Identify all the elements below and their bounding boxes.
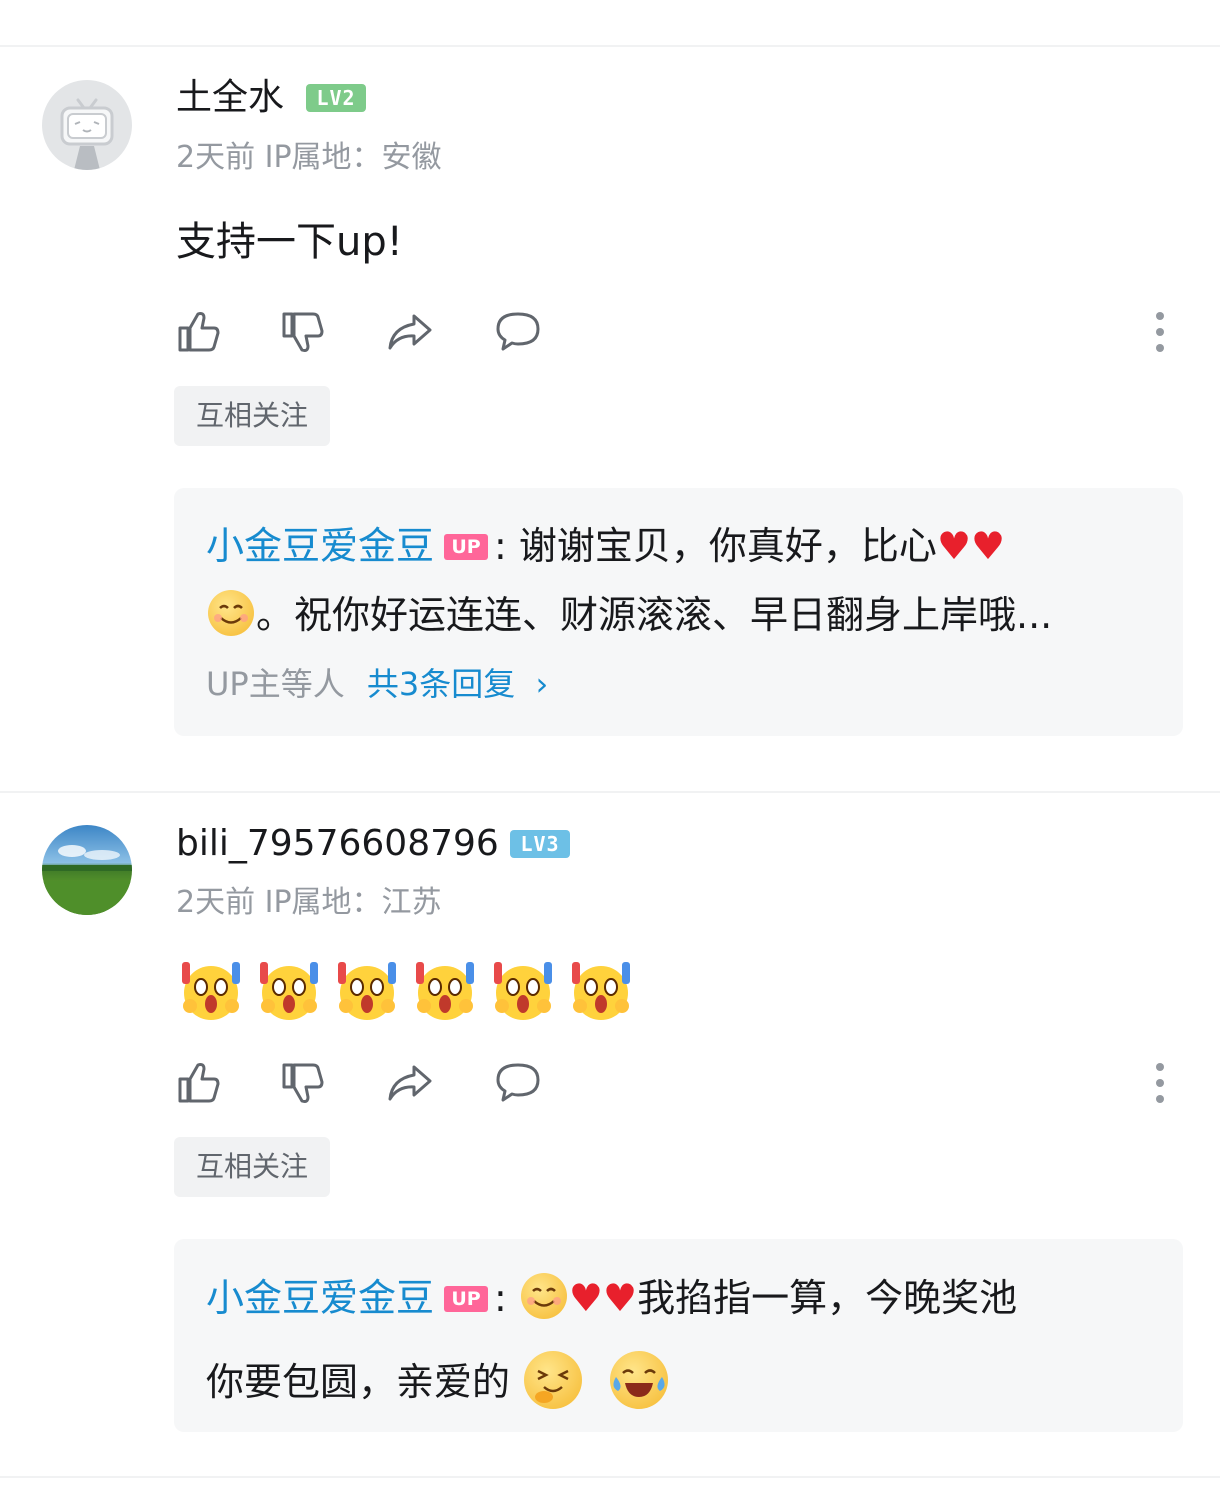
shocked-emoji-icon: [416, 962, 474, 1020]
comment-actions: [176, 1059, 1176, 1107]
username[interactable]: 土全水: [176, 76, 284, 120]
reply-line-2: 你要包圆，亲爱的: [206, 1351, 670, 1409]
username[interactable]: bili_79576608796: [176, 822, 499, 866]
chevron-right-icon[interactable]: ›: [535, 665, 548, 703]
level-badge: LV2: [306, 84, 366, 112]
shocked-emoji-icon: [338, 962, 396, 1020]
landscape-avatar-image: [42, 845, 132, 915]
shocked-emoji-icon: [182, 962, 240, 1020]
comment-content: [178, 960, 648, 1022]
reply-text: 你要包圆，亲爱的: [206, 1360, 511, 1404]
like-icon[interactable]: [176, 308, 224, 356]
reply-footer: UP主等人 共3条回复 ›: [206, 664, 548, 704]
giggle-emoji-icon: [524, 1351, 583, 1409]
reply-icon[interactable]: [494, 1059, 542, 1107]
more-icon[interactable]: [1150, 308, 1170, 356]
avatar[interactable]: [42, 825, 132, 915]
shocked-emoji-icon: [260, 962, 318, 1020]
shocked-emoji-icon: [494, 962, 552, 1020]
reply-footer-prefix: UP主等人: [206, 665, 345, 703]
smile-emoji-icon: [520, 1273, 567, 1319]
dislike-icon[interactable]: [280, 308, 328, 356]
reply-icon[interactable]: [494, 308, 542, 356]
comment-actions: [176, 308, 1176, 356]
reply-colon: :: [494, 524, 507, 568]
avatar[interactable]: [42, 80, 132, 170]
like-icon[interactable]: [176, 1059, 224, 1107]
comment-meta: 2天前 IP属地：安徽: [176, 140, 442, 175]
share-icon[interactable]: [386, 308, 434, 356]
reply-colon: :: [494, 1276, 507, 1320]
heart-emoji-icon: ♥: [603, 1276, 638, 1320]
reply-text: 谢谢宝贝，你真好，比心: [518, 524, 937, 568]
reply-line-1: 小金豆爱金豆 UP: 谢谢宝贝，你真好，比心♥♥: [206, 522, 1005, 570]
top-divider: [0, 45, 1220, 47]
dislike-icon[interactable]: [280, 1059, 328, 1107]
up-badge: UP: [444, 534, 489, 560]
comment-divider: [0, 791, 1220, 793]
laugh-crying-emoji-icon: [610, 1351, 669, 1409]
reply-author[interactable]: 小金豆爱金豆: [206, 524, 434, 568]
reply-preview[interactable]: 小金豆爱金豆 UP: ♥♥我掐指一算，今晚奖池 你要包圆，亲爱的: [174, 1239, 1183, 1432]
heart-emoji-icon: ♥: [971, 524, 1006, 568]
heart-emoji-icon: ♥: [568, 1276, 603, 1320]
view-replies-link[interactable]: 共3条回复: [367, 665, 515, 703]
share-icon[interactable]: [386, 1059, 434, 1107]
smile-emoji-icon: [208, 590, 254, 636]
reply-preview[interactable]: 小金豆爱金豆 UP: 谢谢宝贝，你真好，比心♥♥ 。祝你好运连连、财源滚滚、早日翻…: [174, 488, 1183, 736]
level-badge: LV3: [510, 830, 570, 858]
comment-content: 支持一下up!: [176, 219, 403, 265]
comment-meta: 2天前 IP属地：江苏: [176, 885, 442, 920]
up-badge: UP: [444, 1286, 489, 1312]
mutual-follow-tag: 互相关注: [174, 1137, 330, 1197]
shocked-emoji-icon: [572, 962, 630, 1020]
mutual-follow-tag: 互相关注: [174, 386, 330, 446]
reply-line-1: 小金豆爱金豆 UP: ♥♥我掐指一算，今晚奖池: [206, 1273, 1017, 1322]
reply-text: 我掐指一算，今晚奖池: [637, 1276, 1018, 1320]
bottom-divider: [0, 1476, 1220, 1478]
reply-text: 。祝你好运连连、财源滚滚、早日翻身上岸哦...: [256, 593, 1053, 637]
reply-author[interactable]: 小金豆爱金豆: [206, 1276, 434, 1320]
reply-line-2: 。祝你好运连连、财源滚滚、早日翻身上岸哦...: [206, 590, 1052, 639]
tv-mascot-icon: [60, 98, 114, 170]
heart-emoji-icon: ♥: [936, 524, 972, 568]
more-icon[interactable]: [1150, 1059, 1170, 1107]
